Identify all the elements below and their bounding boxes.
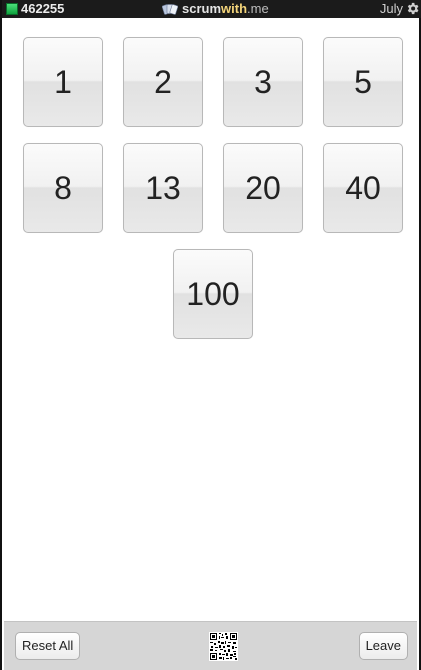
card-2[interactable]: 2 — [123, 37, 203, 127]
brand-with: with — [221, 1, 248, 16]
qr-code-icon[interactable] — [209, 632, 238, 661]
playing-cards-icon — [162, 4, 178, 15]
footer-bar: Reset All Leave — [4, 621, 417, 670]
room-id: 462255 — [21, 1, 65, 16]
gear-icon[interactable] — [405, 1, 420, 16]
room-status-icon — [6, 3, 18, 15]
top-bar: 462255 scrum with .me July — [2, 0, 421, 18]
user-name[interactable]: July — [380, 2, 403, 16]
reset-all-button[interactable]: Reset All — [15, 632, 81, 660]
brand-me: .me — [247, 1, 269, 16]
card-8[interactable]: 8 — [23, 143, 103, 233]
app-frame: 462255 scrum with .me July 1 2 3 5 8 13 20… — [0, 0, 421, 670]
card-13[interactable]: 13 — [123, 143, 203, 233]
card-3[interactable]: 3 — [223, 37, 303, 127]
card-100[interactable]: 100 — [173, 249, 253, 339]
card-20[interactable]: 20 — [223, 143, 303, 233]
brand-logo: scrum with .me — [162, 2, 269, 16]
leave-button[interactable]: Leave — [358, 632, 408, 660]
card-40[interactable]: 40 — [323, 143, 403, 233]
card-5[interactable]: 5 — [323, 37, 403, 127]
card-1[interactable]: 1 — [23, 37, 103, 127]
room-indicator: 462255 — [6, 2, 64, 16]
brand-scrum: scrum — [182, 1, 222, 16]
